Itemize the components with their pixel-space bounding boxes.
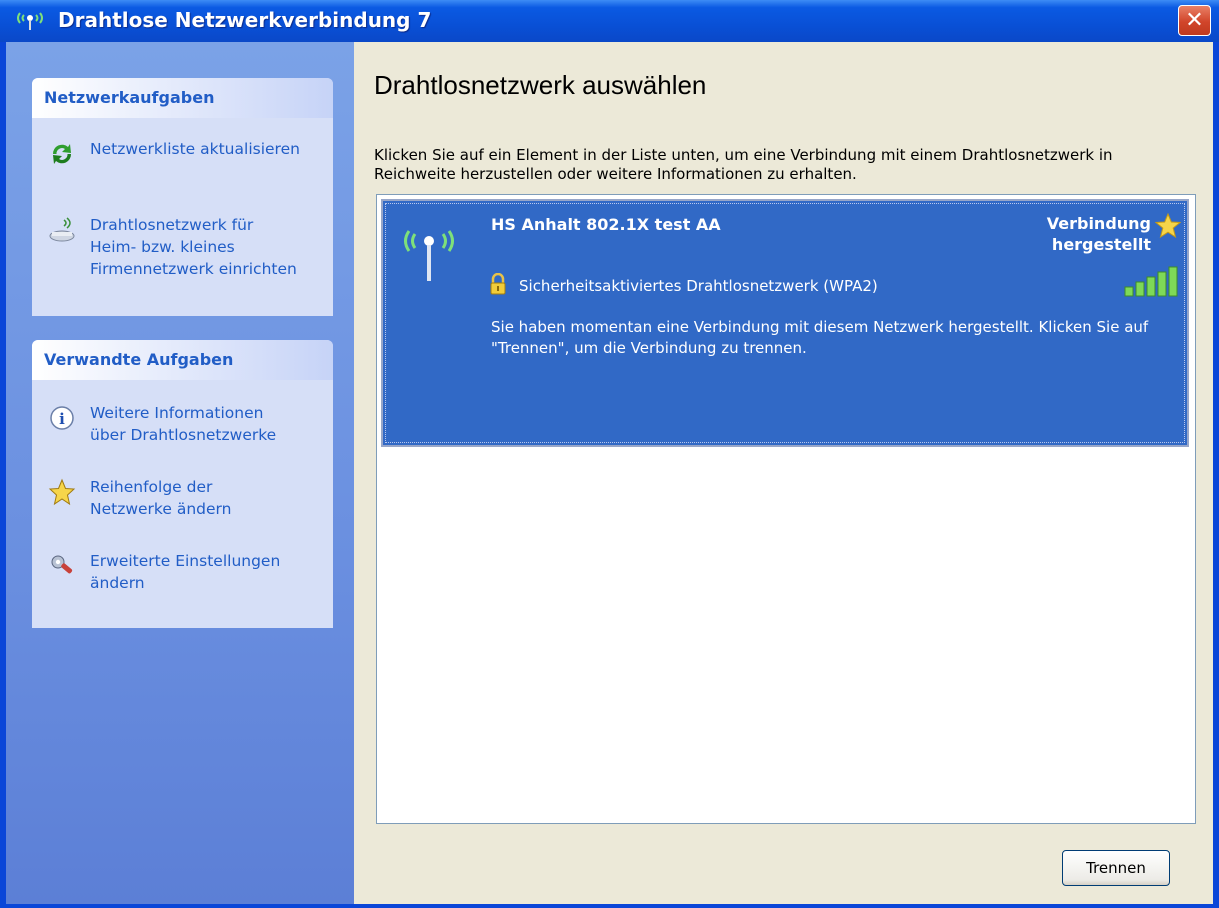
change-network-order-label: Reihenfolge der Netzwerke ändern [90,478,232,518]
lock-icon [490,273,506,295]
main-content: Drahtlosnetzwerk auswählen Klicken Sie a… [354,42,1213,904]
refresh-network-list-link[interactable]: Netzwerkliste aktualisieren [48,138,328,168]
network-tasks-panel: Netzwerkaufgaben Netzwerkliste aktualisi… [32,78,333,316]
settings-icon [51,555,73,574]
related-tasks-title: Verwandte Aufgaben [44,350,234,369]
connection-status: Verbindung hergestellt [1046,214,1151,254]
refresh-network-list-label: Netzwerkliste aktualisieren [90,140,300,158]
setup-wireless-network-label: Drahtlosnetzwerk für Heim- bzw. kleines … [90,216,297,278]
setup-wireless-network-link[interactable]: Drahtlosnetzwerk für Heim- bzw. kleines … [48,214,328,284]
disconnect-button[interactable]: Trennen [1062,850,1170,886]
advanced-settings-label: Erweiterte Einstellungen ändern [90,552,281,592]
network-list[interactable]: HS Anhalt 802.1X test AA Verbindung herg… [376,194,1196,824]
star-icon [48,478,76,506]
related-tasks-panel: Verwandte Aufgaben i Weitere Information… [32,340,333,628]
more-info-wireless-label: Weitere Informationen über Drahtlosnetzw… [90,404,277,444]
wireless-network-icon [404,230,454,281]
connection-message: Sie haben momentan eine Verbindung mit d… [491,318,1149,357]
network-tasks-title: Netzwerkaufgaben [44,88,215,107]
wireless-connection-window: Drahtlose Netzwerkverbindung 7 ✕ Netzwer… [0,0,1219,908]
change-network-order-link[interactable]: Reihenfolge der Netzwerke ändern [48,476,328,522]
window-title: Drahtlose Netzwerkverbindung 7 [58,8,432,32]
instruction-text: Klicken Sie auf ein Element in der Liste… [374,146,1113,183]
info-icon: i [50,406,74,430]
task-sidebar: Netzwerkaufgaben Netzwerkliste aktualisi… [6,42,354,904]
wireless-antenna-icon [17,12,43,30]
security-type: Sicherheitsaktiviertes Drahtlosnetzwerk … [519,277,878,295]
close-button[interactable]: ✕ [1178,5,1211,36]
network-list-item[interactable]: HS Anhalt 802.1X test AA Verbindung herg… [381,199,1189,447]
preferred-network-star-icon [1155,213,1181,239]
network-tasks-header[interactable]: Netzwerkaufgaben [32,78,333,118]
title-bar[interactable]: Drahtlose Netzwerkverbindung 7 ✕ [0,0,1219,42]
related-tasks-header[interactable]: Verwandte Aufgaben [32,340,333,380]
network-name: HS Anhalt 802.1X test AA [491,215,721,234]
refresh-icon [52,144,72,164]
advanced-settings-link[interactable]: Erweiterte Einstellungen ändern [48,550,328,596]
wireless-setup-icon [49,217,75,242]
svg-text:i: i [59,410,65,428]
page-title: Drahtlosnetzwerk auswählen [374,70,707,100]
main-panel: Drahtlosnetzwerk auswählen Klicken Sie a… [354,42,1213,904]
more-info-wireless-link[interactable]: i Weitere Informationen über Drahtlosnet… [48,402,328,448]
window-client-area: Netzwerkaufgaben Netzwerkliste aktualisi… [6,42,1213,904]
close-icon: ✕ [1185,8,1204,33]
signal-strength-icon [1124,266,1178,297]
